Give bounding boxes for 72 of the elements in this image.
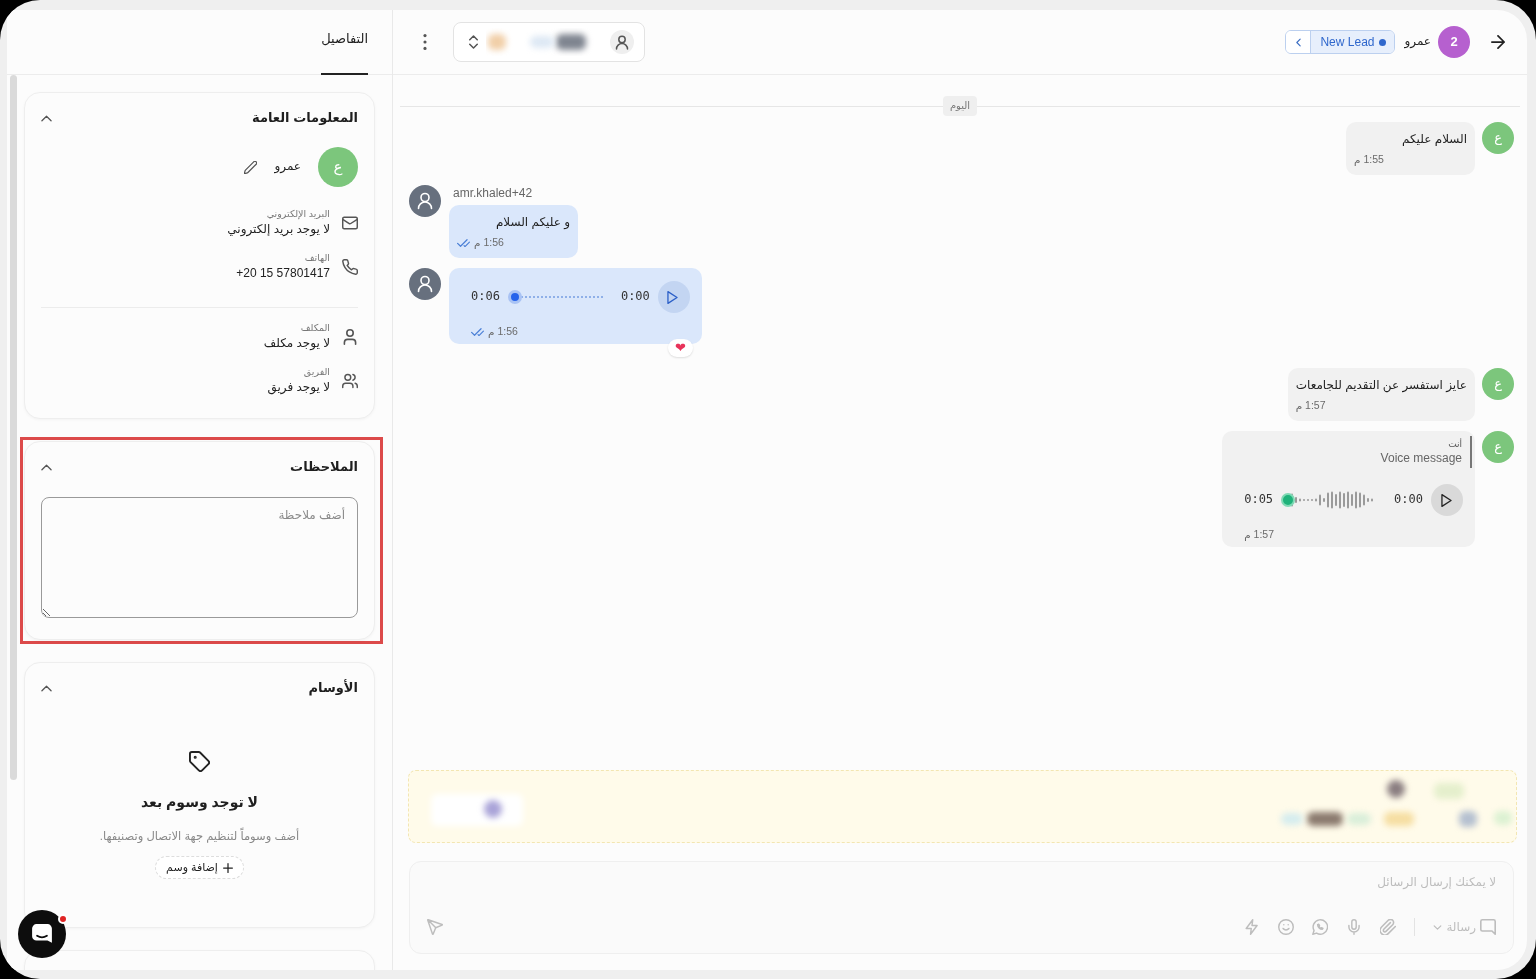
contact-selector[interactable] <box>453 22 645 62</box>
message-time: 1:56 م <box>474 236 504 250</box>
contact-avatar: ع <box>318 147 358 187</box>
user-icon <box>342 328 358 345</box>
chevron-down-icon <box>1433 924 1443 930</box>
user-avatar-icon <box>409 185 441 217</box>
contact-avatar: ع <box>1482 122 1514 154</box>
play-icon <box>667 290 679 304</box>
voice-duration: 0:06 <box>471 289 500 305</box>
progress-thumb[interactable] <box>1281 493 1296 507</box>
section-title: المعلومات العامة <box>252 109 358 127</box>
message-time: 1:57 م <box>1244 528 1275 542</box>
chevron-up-down-icon <box>469 35 478 49</box>
field-label: الهاتف <box>304 251 330 265</box>
notification-dot-icon <box>58 914 68 924</box>
play-button[interactable] <box>1431 484 1463 516</box>
contact-avatar: 2 <box>1438 26 1470 58</box>
field-value: لا يوجد مكلف <box>263 335 330 352</box>
contact-avatar: ع <box>1482 368 1514 400</box>
chat-launcher-button[interactable] <box>18 910 66 958</box>
plus-icon <box>222 862 233 873</box>
field-value: لا يوجد بريد إلكتروني <box>227 221 330 238</box>
user-avatar-icon <box>409 268 441 300</box>
section-title: الأوسام <box>308 679 358 697</box>
field-label: البريد الإلكتروني <box>266 207 330 221</box>
section-title: الملاحظات <box>290 458 358 476</box>
message-time: 1:56 م <box>488 325 518 339</box>
sender-name: amr.khaled+42 <box>453 185 533 201</box>
message-time: 1:55 م <box>1354 153 1384 167</box>
field-label: الفريق <box>303 365 330 379</box>
date-label: اليوم <box>942 96 978 116</box>
more-menu-icon[interactable] <box>423 34 427 50</box>
message-text: و عليكم السلام <box>494 214 570 231</box>
message-text: عايز استفسر عن التقديم للجامعات <box>1295 377 1467 394</box>
add-tag-button[interactable]: إضافة وسم <box>155 856 244 879</box>
mail-icon <box>342 214 358 231</box>
status-dot-icon <box>1379 38 1387 46</box>
reaction-emoji[interactable]: ❤ <box>667 339 693 357</box>
chevron-up-icon[interactable] <box>41 114 52 122</box>
empty-state-text: أضف وسوماً لتنظيم جهة الاتصال وتصنيفها. <box>99 828 300 844</box>
status-dropdown[interactable]: New Lead <box>1311 31 1395 53</box>
back-arrow-icon[interactable] <box>1491 35 1505 49</box>
voice-duration: 0:05 <box>1244 492 1274 508</box>
field-value: لا يوجد فريق <box>267 379 330 396</box>
contact-name: عمرو <box>1404 34 1431 50</box>
pencil-icon[interactable] <box>244 160 258 174</box>
playback-position: 0:00 <box>1394 492 1423 508</box>
quote-text: Voice message <box>1380 450 1462 466</box>
contact-avatar: ع <box>1482 431 1514 463</box>
chevron-left-icon <box>1295 37 1301 47</box>
message-time: 1:57 م <box>1295 399 1326 413</box>
quote-author: أنت <box>1448 438 1462 450</box>
play-button[interactable] <box>657 281 690 313</box>
details-tab[interactable]: التفاصيل <box>321 10 368 75</box>
user-icon <box>610 30 634 54</box>
note-input[interactable]: أضف ملاحظة <box>41 497 358 618</box>
chevron-up-icon[interactable] <box>41 684 52 692</box>
scrollbar[interactable] <box>10 75 17 780</box>
empty-state-title: لا توجد وسوم بعد <box>140 793 259 812</box>
chevron-up-icon[interactable] <box>41 463 52 471</box>
chat-icon <box>31 923 53 945</box>
field-value: +20 15 57801417 <box>236 265 330 282</box>
users-icon <box>342 372 358 389</box>
contact-name: عمرو <box>274 159 301 175</box>
tag-icon <box>189 751 210 772</box>
playback-position: 0:00 <box>620 289 650 305</box>
play-icon <box>1440 493 1452 507</box>
chevron-left-button[interactable] <box>1286 31 1312 53</box>
phone-icon <box>342 258 358 275</box>
field-label: المكلف <box>300 321 330 335</box>
message-text: السلام عليكم <box>1401 131 1467 148</box>
progress-thumb[interactable] <box>507 290 522 304</box>
